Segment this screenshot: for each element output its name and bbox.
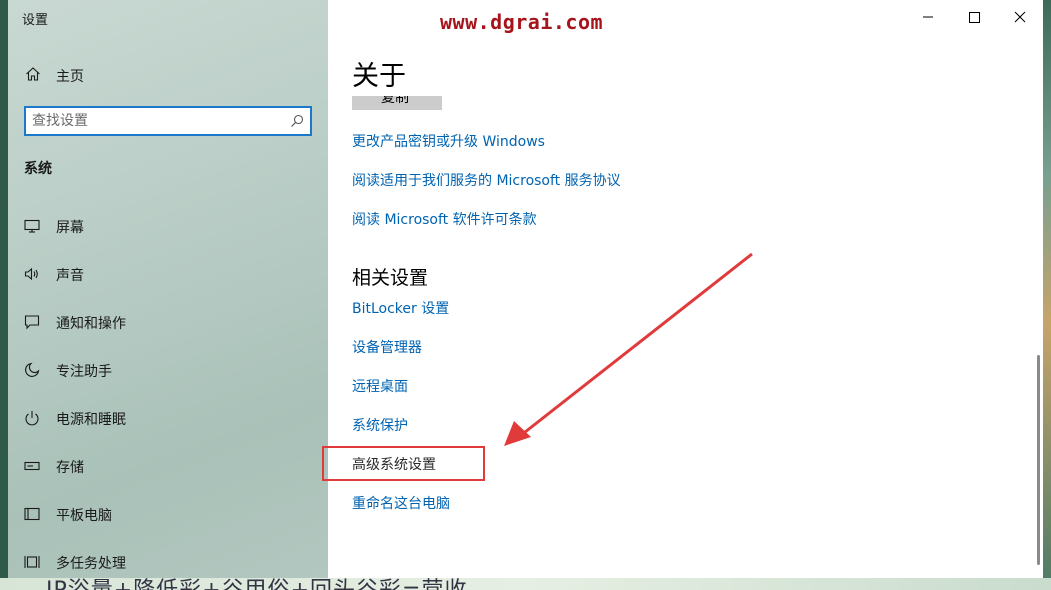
scrollbar[interactable] [1037,355,1040,565]
close-button[interactable] [997,0,1043,32]
link-bitlocker-settings[interactable]: BitLocker 设置 [352,298,449,318]
home-icon [26,67,40,81]
highlight-box [322,446,485,481]
tablet-icon [24,507,40,521]
minimize-button[interactable] [905,0,951,32]
sidebar: 设置 主页 系统 屏幕 [8,0,328,578]
close-icon [1014,11,1026,23]
moon-icon [25,362,40,377]
multitask-icon [24,556,40,568]
content-pane: www.dgrai.com 关于 复制 更改产品密钥或升级 Windows 阅读… [322,0,1043,578]
search-box[interactable] [24,106,312,136]
sidebar-item-label: 通知和操作 [56,316,126,332]
sidebar-item-label: 屏幕 [56,220,84,236]
sidebar-home-label: 主页 [56,69,84,85]
sidebar-item-label: 声音 [56,268,84,284]
search-icon[interactable] [290,114,304,128]
storage-icon [24,461,40,471]
sidebar-item-notifications[interactable]: 通知和操作 [8,302,328,342]
annotation-arrow [504,252,753,446]
sidebar-item-power[interactable]: 电源和睡眠 [8,398,328,438]
related-settings-heading: 相关设置 [352,267,429,289]
maximize-icon [969,12,980,23]
power-icon [25,411,39,426]
link-change-product-key[interactable]: 更改产品密钥或升级 Windows [352,131,545,151]
sidebar-item-label: 专注助手 [56,364,112,380]
sidebar-item-label: 平板电脑 [56,508,112,524]
sidebar-home[interactable]: 主页 [8,58,328,90]
search-input[interactable] [32,111,282,131]
sidebar-item-label: 多任务处理 [56,556,126,572]
sidebar-item-display[interactable]: 屏幕 [8,206,328,246]
sidebar-item-storage[interactable]: 存储 [8,446,328,486]
link-rename-pc[interactable]: 重命名这台电脑 [352,493,450,513]
sidebar-item-label: 存储 [56,460,84,476]
link-license-terms[interactable]: 阅读 Microsoft 软件许可条款 [352,209,537,229]
sidebar-item-sound[interactable]: 声音 [8,254,328,294]
section-label-system: 系统 [24,161,52,177]
desktop-background-strip [1043,0,1051,590]
monitor-icon [24,219,40,233]
maximize-button[interactable] [951,0,997,32]
notification-icon [24,315,40,330]
sidebar-item-label: 电源和睡眠 [56,412,126,428]
sidebar-item-tablet[interactable]: 平板电脑 [8,494,328,534]
copy-button-label: 复制 [381,96,409,106]
page-title: 关于 [352,61,406,92]
sidebar-item-focus-assist[interactable]: 专注助手 [8,350,328,390]
sidebar-item-multitasking[interactable]: 多任务处理 [8,542,328,582]
minimize-icon [923,16,933,18]
copy-button[interactable]: 复制 [352,96,442,110]
link-device-manager[interactable]: 设备管理器 [352,337,422,357]
speaker-icon [24,267,38,281]
app-title: 设置 [22,13,49,28]
link-system-protection[interactable]: 系统保护 [352,415,408,435]
link-remote-desktop[interactable]: 远程桌面 [352,376,408,396]
link-service-agreement[interactable]: 阅读适用于我们服务的 Microsoft 服务协议 [352,170,621,190]
watermark-text: www.dgrai.com [440,10,604,34]
settings-window: 设置 主页 系统 屏幕 [8,0,1043,578]
